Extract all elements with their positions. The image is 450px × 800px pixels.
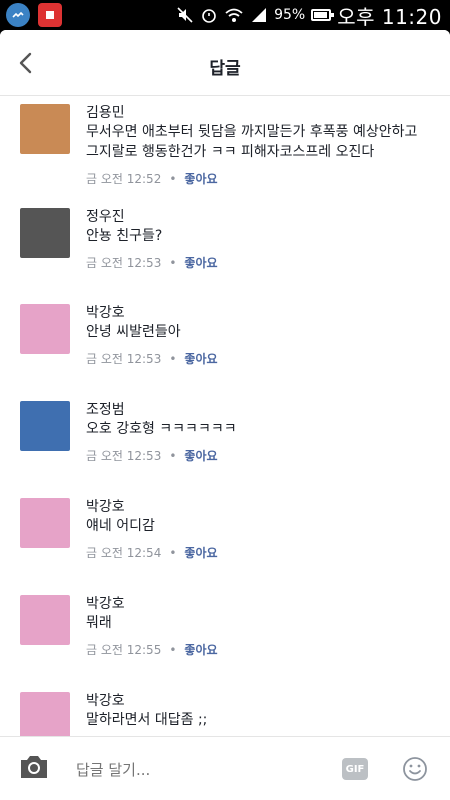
comment-body: 김용민무서우면 애초부터 뒷담을 까지말든가 후폭풍 예상안하고그지랄로 행동한… [86,104,432,162]
commenter-name[interactable]: 박강호 [86,304,432,322]
avatar[interactable] [20,208,70,258]
comment-body: 박강호뭐래 [86,595,432,633]
avatar[interactable] [20,498,70,548]
comment-text: 말하라면서 대답좀 ;; [86,712,208,728]
messenger-icon [6,3,30,27]
clock: 오후 11:20 [337,4,442,29]
comment-timestamp: 금 오전 12:52 [86,172,162,186]
avatar[interactable] [20,304,70,354]
like-button[interactable]: 좋아요 [184,350,217,367]
replies-screen: 답글 김용민무서우면 애초부터 뒷담을 까지말든가 후폭풍 예상안하고그지랄로 … [0,30,450,800]
comment-timestamp: 금 오전 12:54 [86,546,162,560]
separator-dot: • [169,642,177,657]
reply-composer: GIF [0,736,450,800]
commenter-name[interactable]: 정우진 [86,208,432,226]
comment-text: 그지랄로 행동한건가 ㅋㅋ 피해자코스프레 오진다 [86,144,375,160]
comment-item: 정우진안뇽 친구들? 금 오전 12:53 • 좋아요 [0,200,450,297]
comment-meta: 금 오전 12:53 • 좋아요 [86,254,218,271]
comment-item: 박강호뭐래금 오전 12:55 • 좋아요 [0,587,450,684]
like-button[interactable]: 좋아요 [184,641,217,658]
comment-item: 조정범오호 강호형 ㅋㅋㅋㅋㅋㅋ 금 오전 12:53 • 좋아요 [0,393,450,490]
comment-text: 얘네 어디감 [86,518,155,534]
commenter-name[interactable]: 조정범 [86,401,432,419]
separator-dot: • [169,351,177,366]
separator-dot: • [169,545,177,560]
alarm-icon [202,9,216,23]
gif-button[interactable]: GIF [342,758,368,780]
battery-percent: 95% [274,7,306,23]
commenter-name[interactable]: 김용민 [86,104,432,122]
comment-item: 박강호말하라면서 대답좀 ;; [0,684,450,736]
comment-text: 안뇽 친구들? [86,228,163,244]
smiley-icon[interactable] [402,756,428,782]
comment-text: 오호 강호형 ㅋㅋㅋㅋㅋㅋ [86,421,237,437]
notification-icons [6,3,62,27]
separator-dot: • [169,255,177,270]
comment-body: 조정범오호 강호형 ㅋㅋㅋㅋㅋㅋ [86,401,432,439]
camera-icon[interactable] [18,753,50,781]
comment-timestamp: 금 오전 12:55 [86,643,162,657]
avatar[interactable] [20,692,70,736]
separator-dot: • [169,171,177,186]
comment-meta: 금 오전 12:55 • 좋아요 [86,641,218,658]
comment-timestamp: 금 오전 12:53 [86,256,162,270]
wifi-icon [225,8,243,22]
header: 답글 [0,30,450,96]
comment-body: 정우진안뇽 친구들? [86,208,432,246]
comment-meta: 금 오전 12:54 • 좋아요 [86,544,218,561]
comment-item: 박강호안녕 씨발련들아금 오전 12:53 • 좋아요 [0,296,450,393]
comment-meta: 금 오전 12:53 • 좋아요 [86,447,218,464]
like-button[interactable]: 좋아요 [184,447,217,464]
comment-meta: 금 오전 12:52 • 좋아요 [86,170,218,187]
separator-dot: • [169,448,177,463]
comment-text: 무서우면 애초부터 뒷담을 까지말든가 후폭풍 예상안하고 [86,124,418,140]
like-button[interactable]: 좋아요 [184,544,217,561]
like-button[interactable]: 좋아요 [184,254,217,271]
comment-meta: 금 오전 12:53 • 좋아요 [86,350,218,367]
mute-icon [177,7,193,23]
comment-list[interactable]: 김용민무서우면 애초부터 뒷담을 까지말든가 후폭풍 예상안하고그지랄로 행동한… [0,96,450,736]
avatar[interactable] [20,104,70,154]
comment-body: 박강호말하라면서 대답좀 ;; [86,692,432,730]
comment-item: 박강호얘네 어디감금 오전 12:54 • 좋아요 [0,490,450,587]
page-title: 답글 [209,59,241,79]
avatar[interactable] [20,595,70,645]
app-notification-icon [38,3,62,27]
like-button[interactable]: 좋아요 [184,170,217,187]
comment-timestamp: 금 오전 12:53 [86,449,162,463]
battery-icon [311,9,335,21]
comment-text: 안녕 씨발련들아 [86,324,181,340]
commenter-name[interactable]: 박강호 [86,692,432,710]
reply-input[interactable] [76,759,316,781]
comment-item: 김용민무서우면 애초부터 뒷담을 까지말든가 후폭풍 예상안하고그지랄로 행동한… [0,96,450,193]
comment-text: 뭐래 [86,615,112,631]
comment-body: 박강호안녕 씨발련들아 [86,304,432,342]
commenter-name[interactable]: 박강호 [86,498,432,516]
status-bar: 95% 오후 11:20 [0,0,450,30]
comment-body: 박강호얘네 어디감 [86,498,432,536]
commenter-name[interactable]: 박강호 [86,595,432,613]
system-icons: 95% 오후 11:20 [176,3,442,29]
comment-timestamp: 금 오전 12:53 [86,352,162,366]
avatar[interactable] [20,401,70,451]
signal-icon [252,8,267,22]
